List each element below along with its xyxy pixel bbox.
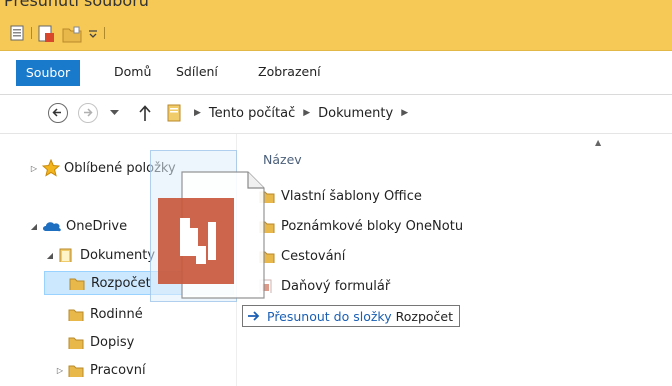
file-name: Vlastní šablony Office xyxy=(281,188,422,204)
file-name: Cestování xyxy=(281,248,346,264)
quick-access-toolbar xyxy=(0,14,672,51)
chevron-right-icon[interactable]: ▶ xyxy=(194,108,201,118)
folder-icon xyxy=(68,337,84,349)
nav-item-letters[interactable]: Dopisy xyxy=(68,330,134,354)
nav-item-label: OneDrive xyxy=(66,218,128,234)
tab-file[interactable]: Soubor xyxy=(16,60,80,86)
breadcrumb-documents[interactable]: Dokumenty xyxy=(318,106,393,121)
window-title: Přesunutí souboru xyxy=(4,0,149,10)
dropdown-icon[interactable] xyxy=(88,30,98,38)
folder-icon xyxy=(59,248,72,262)
new-folder-icon[interactable] xyxy=(62,25,82,43)
toolbar-separator xyxy=(104,27,105,39)
expand-icon[interactable]: ▷ xyxy=(28,164,40,173)
location-folder-icon xyxy=(167,104,181,122)
chevron-right-icon[interactable]: ▶ xyxy=(303,108,310,118)
folder-icon xyxy=(68,365,84,377)
collapse-icon[interactable]: ◢ xyxy=(44,251,56,260)
nav-item-label: Rozpočet xyxy=(91,275,151,291)
up-arrow-icon[interactable] xyxy=(138,104,152,122)
cloud-icon xyxy=(43,222,61,232)
nav-item-work[interactable]: ▷ Pracovní xyxy=(54,358,146,382)
ribbon: Soubor Domů Sdílení Zobrazení xyxy=(0,51,672,95)
window-title-bar: Přesunutí souboru xyxy=(0,0,672,14)
expand-icon[interactable]: ▷ xyxy=(54,366,66,375)
nav-item-family[interactable]: Rodinné xyxy=(68,302,143,326)
drag-drop-tooltip: Přesunout do složky Rozpočet xyxy=(242,305,461,327)
dragged-document-icon xyxy=(158,171,265,299)
new-document-icon[interactable] xyxy=(38,25,56,43)
nav-item-label: Rodinné xyxy=(90,306,143,322)
star-icon xyxy=(42,159,60,177)
list-item[interactable]: Daňový formulář xyxy=(259,274,390,298)
nav-item-label: Dokumenty xyxy=(80,247,156,263)
tooltip-target: Rozpočet xyxy=(395,308,454,324)
breadcrumb[interactable]: ▶ Tento počítač ▶ Dokumenty ▶ xyxy=(166,101,672,125)
back-arrow-icon xyxy=(52,108,61,117)
nav-item-label: Dopisy xyxy=(90,334,135,350)
folder-icon xyxy=(68,309,84,321)
file-list: ▲ Název Vlastní šablony Office Poznámkov… xyxy=(237,134,672,386)
tab-home[interactable]: Domů xyxy=(114,62,151,81)
properties-icon[interactable] xyxy=(10,25,24,41)
nav-item-documents[interactable]: ◢ Dokumenty xyxy=(44,243,155,267)
forward-arrow-icon xyxy=(84,108,93,117)
nav-item-label: Pracovní xyxy=(90,362,146,378)
file-name: Daňový formulář xyxy=(281,278,391,294)
nav-item-onedrive[interactable]: ◢ OneDrive xyxy=(28,214,127,238)
tooltip-action: Přesunout do složky xyxy=(267,308,392,324)
explorer-content: ▷ Oblíbené položky ◢ OneDrive ◢ Dokument… xyxy=(0,134,672,386)
chevron-right-icon[interactable]: ▶ xyxy=(401,108,408,118)
file-name: Poznámkové bloky OneNotu xyxy=(281,218,464,234)
forward-button[interactable] xyxy=(78,103,98,123)
list-item[interactable]: Vlastní šablony Office xyxy=(259,184,422,208)
collapse-icon[interactable]: ◢ xyxy=(28,222,40,231)
sort-ascending-icon: ▲ xyxy=(595,138,602,147)
list-item[interactable]: Cestování xyxy=(259,244,345,268)
folder-icon xyxy=(69,278,85,290)
back-button[interactable] xyxy=(48,103,68,123)
tab-share[interactable]: Sdílení xyxy=(176,62,218,81)
address-bar: ▶ Tento počítač ▶ Dokumenty ▶ xyxy=(0,95,672,134)
toolbar-separator xyxy=(31,27,32,39)
list-item[interactable]: Poznámkové bloky OneNotu xyxy=(259,214,463,238)
tab-view[interactable]: Zobrazení xyxy=(258,62,321,81)
breadcrumb-this-pc[interactable]: Tento počítač xyxy=(209,106,295,121)
recent-locations-icon[interactable] xyxy=(110,110,119,116)
arrow-right-icon xyxy=(248,311,260,321)
